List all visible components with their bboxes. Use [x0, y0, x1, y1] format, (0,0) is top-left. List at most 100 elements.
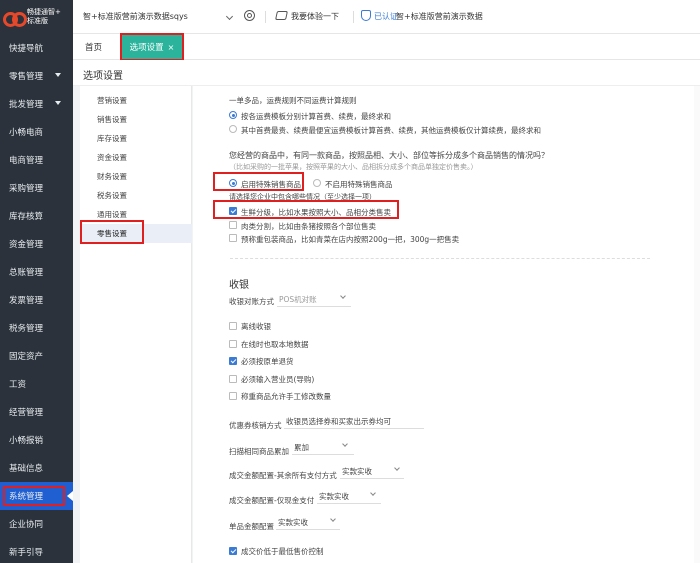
tab-bar: 首页 选项设置 ×	[73, 33, 700, 61]
top-bar: 智+标准版营前演示数据sqys 我要体验一下 已认证 智+标准版营前演示数据	[73, 0, 700, 34]
weigh-label: 称重商品允许手工修改数量	[241, 392, 331, 401]
section-divider	[230, 258, 650, 259]
try-link[interactable]: 我要体验一下	[291, 11, 339, 22]
coupon-label: 优惠券核销方式	[229, 421, 282, 430]
chevron-down-icon[interactable]	[330, 516, 336, 522]
scan-label: 扫描相同商品累加	[229, 447, 289, 456]
sidebar-item[interactable]: 电商管理	[0, 146, 73, 174]
page-title: 选项设置	[83, 71, 123, 82]
coupon-select[interactable]: 收银员选择券和买家出示券均可	[286, 416, 391, 427]
sidebar-item[interactable]: 小畅报销	[0, 426, 73, 454]
tab-home-label: 首页	[85, 43, 103, 53]
special-disable-label: 不启用特殊销售商品	[325, 180, 393, 189]
tab-options-label: 选项设置	[129, 43, 164, 53]
must-sales-checkbox[interactable]	[229, 375, 237, 383]
online-local-checkbox[interactable]	[229, 340, 237, 348]
account-selector[interactable]: 智+标准版营前演示数据sqys	[83, 11, 188, 22]
highlight-box	[213, 200, 399, 219]
sidebar-item[interactable]: 零售管理	[0, 62, 73, 90]
sidebar-item-label: 资金管理	[9, 240, 44, 250]
freight-radio-2[interactable]	[229, 125, 237, 133]
sidebar-item[interactable]: 发票管理	[0, 286, 73, 314]
freight-rule-label: 一单多品，运费规则不同运费计算规则	[229, 96, 357, 105]
certified-badge[interactable]: 已认证	[374, 11, 398, 22]
gear-icon[interactable]	[244, 10, 255, 21]
chevron-down-icon[interactable]	[225, 12, 234, 21]
options-menu-item[interactable]: 资金设置	[80, 148, 192, 167]
unit-select[interactable]: 实款实收	[278, 517, 308, 528]
highlight-box	[3, 486, 65, 506]
page-header: 选项设置	[73, 60, 700, 86]
min-price-label: 成交价低于最低售价控制	[241, 547, 324, 556]
sidebar-item[interactable]: 经营管理	[0, 398, 73, 426]
sidebar-item-label: 基础信息	[9, 464, 44, 474]
case3-checkbox[interactable]	[229, 234, 237, 242]
sidebar-item[interactable]: 税务管理	[0, 314, 73, 342]
must-return-label: 必须按原单退货	[241, 357, 294, 366]
options-menu-item[interactable]: 财务设置	[80, 167, 192, 186]
sidebar-item[interactable]: 小畅电商	[0, 118, 73, 146]
sidebar-item-label: 零售管理	[9, 72, 44, 82]
sidebar-item[interactable]: 库存核算	[0, 202, 73, 230]
pay-all-label: 成交金额配置-其余所有支付方式	[229, 471, 337, 480]
sidebar-item[interactable]: 固定资产	[0, 342, 73, 370]
must-return-checkbox[interactable]	[229, 357, 237, 365]
pay-all-select[interactable]: 实款实收	[342, 466, 372, 477]
sidebar-item[interactable]: 总账管理	[0, 258, 73, 286]
tab-options[interactable]: 选项设置 ×	[120, 33, 184, 61]
cash-section-title: 收银	[229, 280, 249, 291]
case2-label: 肉类分割，比如由条猪按照各个部位售卖	[241, 222, 376, 231]
options-menu-item[interactable]: 库存设置	[80, 129, 192, 148]
weigh-checkbox[interactable]	[229, 392, 237, 400]
sidebar-item-label: 批发管理	[9, 100, 44, 110]
special-question-hint: （比如采购的一批苹果，按照苹果的大小、品相拆分成多个商品单独定价售卖。）	[229, 163, 478, 171]
sidebar-item-label: 总账管理	[9, 268, 44, 278]
divider	[353, 11, 354, 23]
chevron-down-icon	[55, 101, 61, 105]
sidebar-item[interactable]: 基础信息	[0, 454, 73, 482]
sidebar-item[interactable]: 快捷导航	[0, 34, 73, 62]
sidebar-item-label: 税务管理	[9, 324, 44, 334]
sidebar-item[interactable]: 资金管理	[0, 230, 73, 258]
tab-home[interactable]: 首页	[85, 34, 102, 60]
try-icon[interactable]	[275, 11, 288, 20]
chevron-down-icon[interactable]	[340, 293, 346, 299]
offline-label: 离线收银	[241, 322, 271, 331]
min-price-checkbox[interactable]	[229, 547, 237, 555]
sidebar-item[interactable]: 批发管理	[0, 90, 73, 118]
cash-method-select[interactable]: POS机对账	[279, 294, 317, 305]
special-disable-radio[interactable]	[313, 179, 321, 187]
scrollbar[interactable]	[694, 86, 700, 563]
highlight-box	[80, 220, 144, 244]
options-menu-item[interactable]: 税务设置	[80, 186, 192, 205]
sidebar-item[interactable]: 工资	[0, 370, 73, 398]
options-menu-item[interactable]: 营销设置	[80, 91, 192, 110]
chevron-down-icon[interactable]	[370, 490, 376, 496]
chevron-down-icon[interactable]	[394, 465, 400, 471]
highlight-box	[213, 172, 304, 191]
case3-label: 预称重包装商品，比如青菜在店内按照200g一把，300g一把售卖	[241, 235, 460, 244]
must-sales-label: 必须输入营业员(导购)	[241, 375, 315, 384]
offline-checkbox[interactable]	[229, 322, 237, 330]
sidebar-item[interactable]: 企业协同	[0, 510, 73, 538]
select-underline	[340, 478, 404, 479]
select-underline	[292, 454, 354, 455]
sidebar-item-label: 小畅报销	[9, 436, 44, 446]
scan-select[interactable]: 累加	[294, 442, 309, 453]
sidebar-item[interactable]: 采购管理	[0, 174, 73, 202]
divider	[265, 11, 266, 23]
logo-text: 畅捷通智+ 标准版	[27, 8, 61, 25]
sidebar-item-label: 采购管理	[9, 184, 44, 194]
sidebar-item-label: 发票管理	[9, 296, 44, 306]
sidebar-item[interactable]: 新手引导	[0, 538, 73, 563]
freight-option-1: 按各运费模板分别计算首费、续费，最终求和	[241, 112, 391, 121]
unit-label: 单品金额配置	[229, 522, 274, 531]
close-icon[interactable]: ×	[168, 43, 175, 52]
case2-checkbox[interactable]	[229, 221, 237, 229]
freight-radio-1[interactable]	[229, 111, 237, 119]
sidebar-item-label: 快捷导航	[9, 44, 44, 54]
chevron-down-icon[interactable]	[342, 441, 348, 447]
logo-icon	[3, 10, 27, 27]
options-menu-item[interactable]: 销售设置	[80, 110, 192, 129]
pay-cash-select[interactable]: 实款实收	[319, 491, 349, 502]
